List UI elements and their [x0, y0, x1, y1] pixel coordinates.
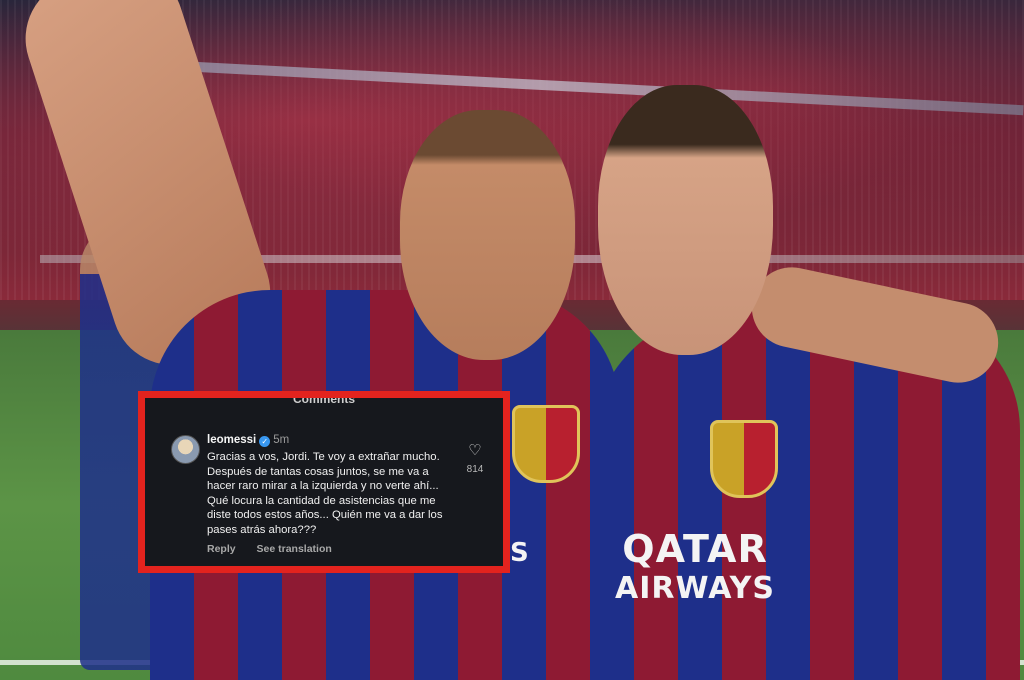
player-right-head	[598, 85, 773, 355]
comment-body: leomessi ✓ 5m Gracias a vos, Jordi. Te voy…	[207, 433, 459, 555]
comments-header: Comments	[292, 392, 355, 406]
comment-card: Comments leomessi ✓ 5m Gracias a vos, Jord…	[138, 391, 510, 573]
comment-actions: Reply See translation	[207, 543, 459, 555]
shirt-sponsor-right: QATAR AIRWAYS	[605, 530, 785, 604]
username-link[interactable]: leomessi	[207, 434, 256, 446]
background-photo: QATAR AIRWAYS AIRWAYS	[0, 0, 1024, 680]
avatar[interactable]	[171, 435, 200, 464]
heart-icon[interactable]: ♡	[463, 443, 487, 458]
sponsor-line2: AIRWAYS	[615, 571, 775, 606]
comment-text: Gracias a vos, Jordi. Te voy a extrañar …	[207, 451, 443, 536]
club-crest-left	[512, 405, 580, 483]
like-count: 814	[466, 464, 484, 475]
like-control: ♡ 814	[463, 443, 487, 475]
comment-meta: leomessi ✓ 5m	[207, 433, 459, 447]
see-translation-button[interactable]: See translation	[257, 543, 332, 555]
sponsor-line1: QATAR	[622, 527, 768, 571]
comment-time: 5m	[273, 434, 290, 446]
reply-button[interactable]: Reply	[207, 543, 236, 555]
player-left-head	[400, 110, 575, 360]
verified-badge-icon: ✓	[259, 436, 271, 447]
club-crest-right	[710, 420, 778, 498]
